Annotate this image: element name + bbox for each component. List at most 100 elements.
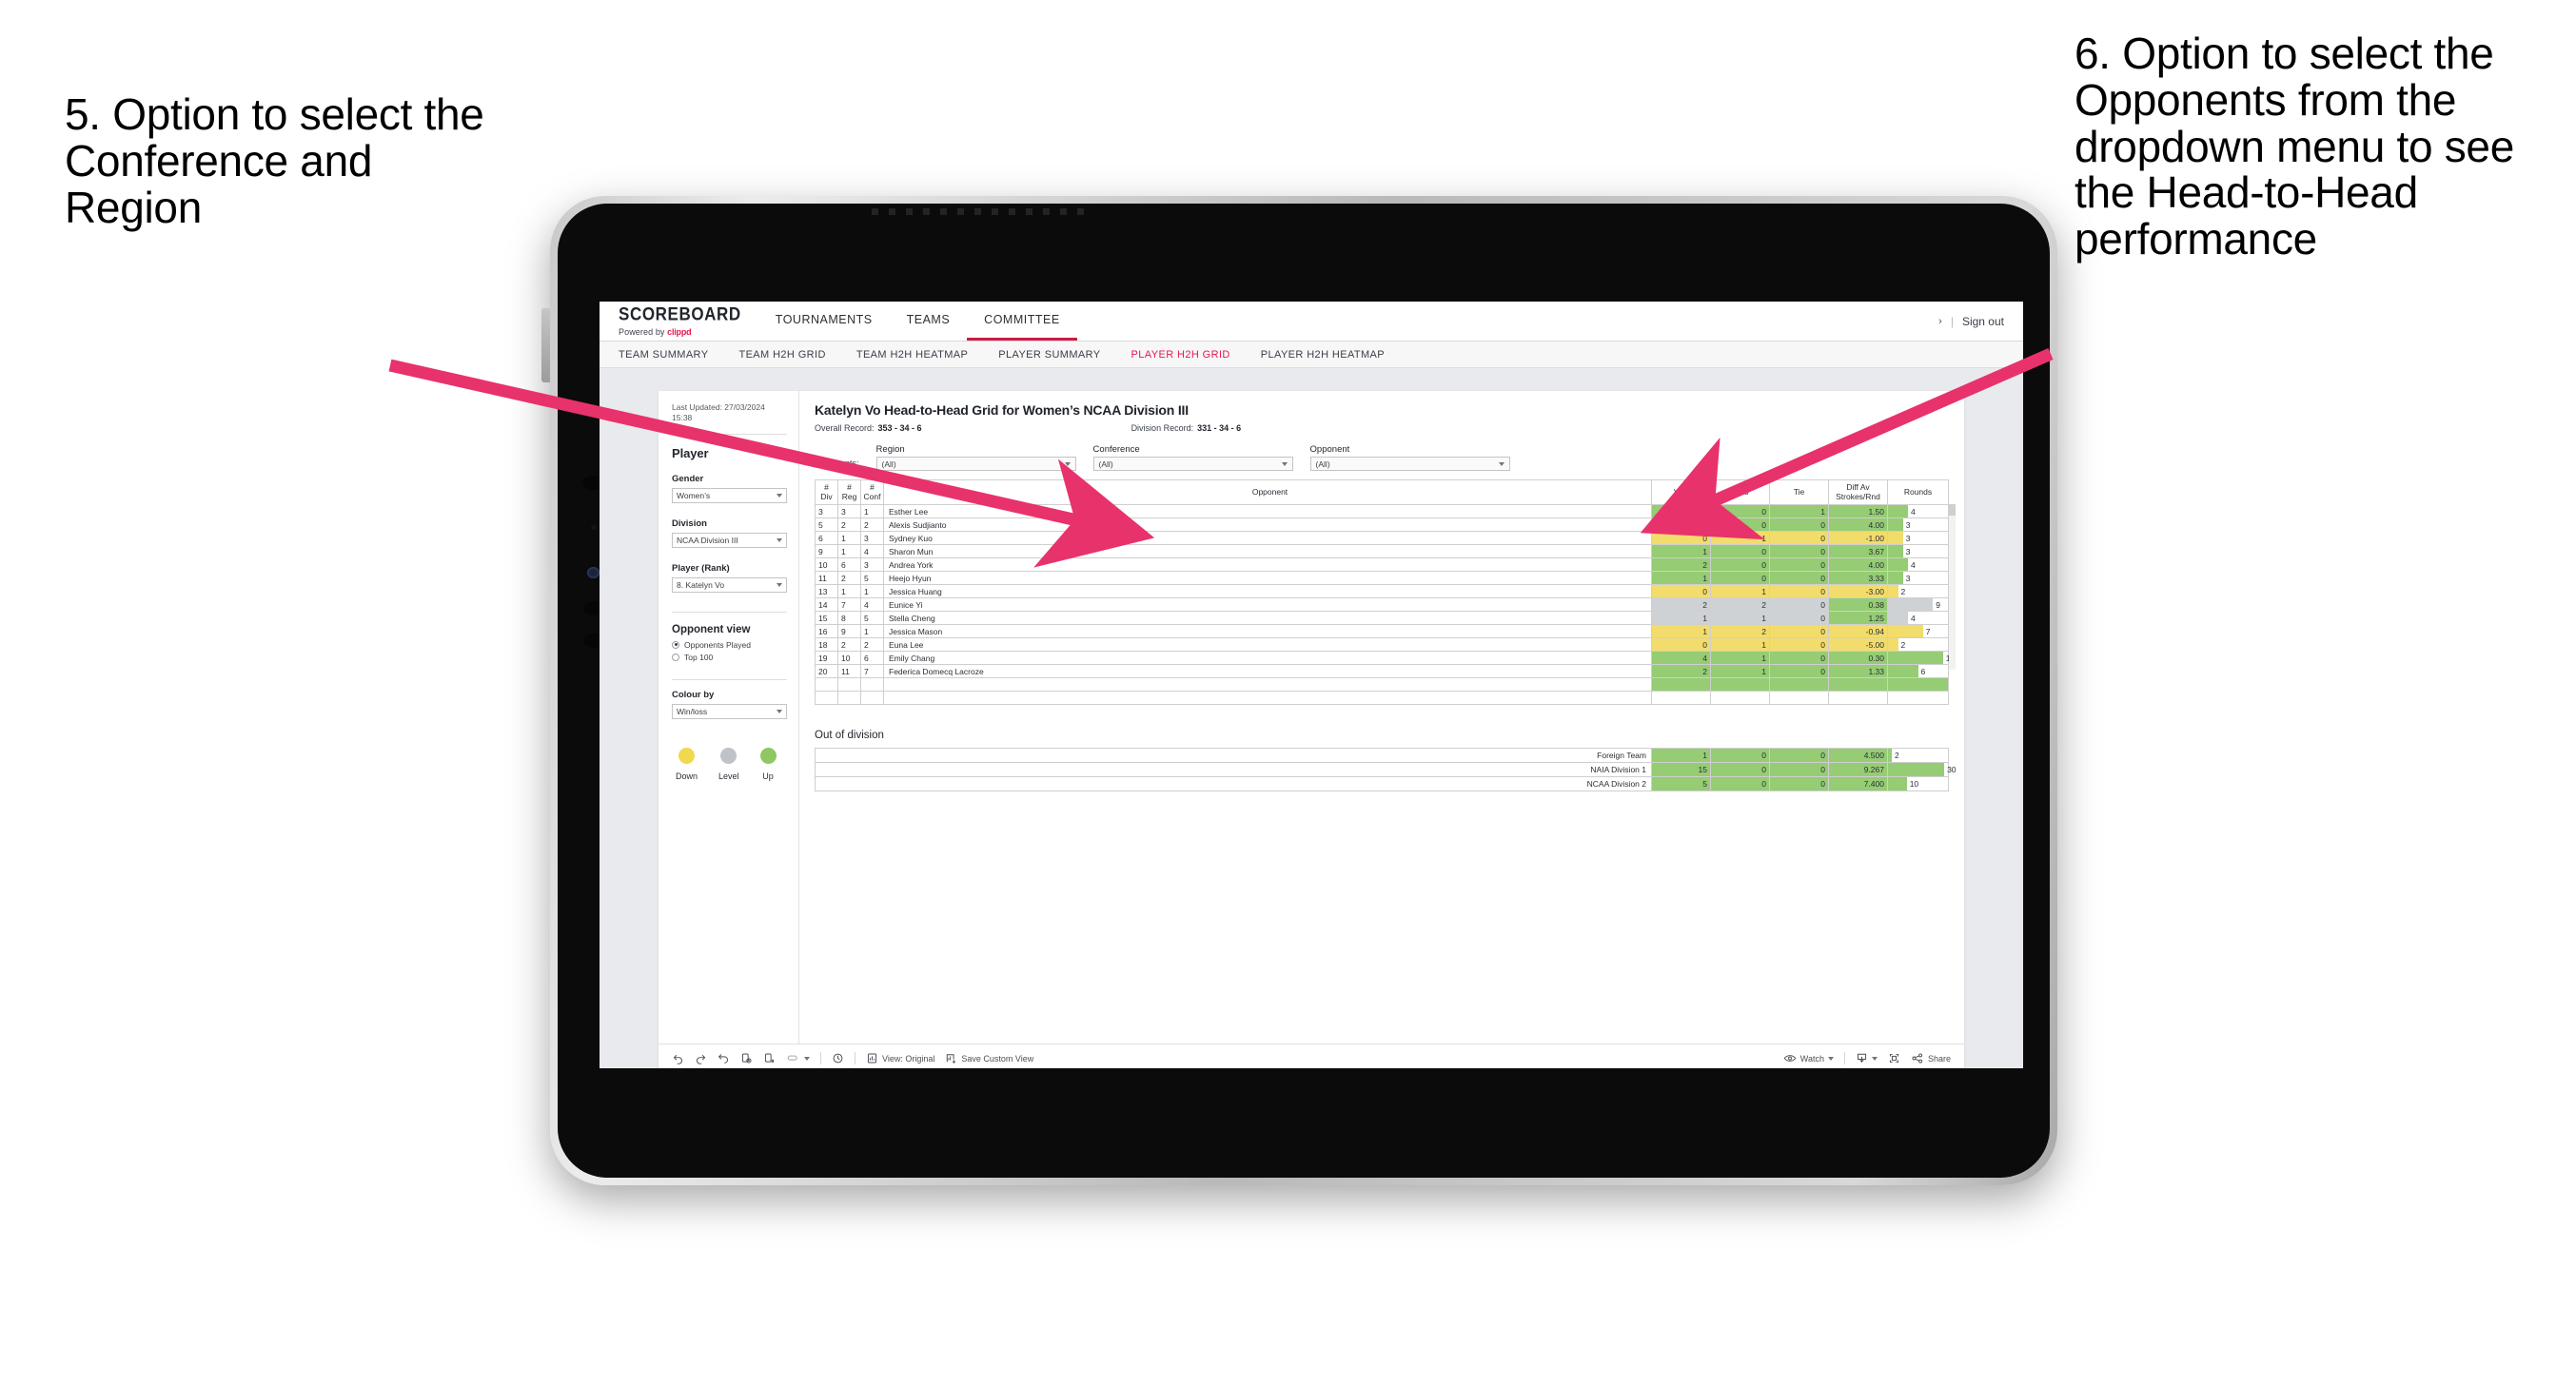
rounds-value: 2 (1900, 586, 1906, 596)
out-of-division-row[interactable]: NAIA Division 1 15 0 0 9.267 30 (815, 762, 1957, 777)
filter-gender-label: Gender (672, 473, 704, 484)
sign-out-link[interactable]: Sign out (1962, 315, 2004, 328)
table-row[interactable]: 5 2 2 Alexis Sudjianto 1 0 0 4.00 3 (815, 517, 1949, 532)
cell-opponent: Stella Cheng (883, 611, 1652, 625)
nav-item-committee[interactable]: COMMITTEE (967, 302, 1077, 341)
filter-region-select[interactable]: (All) (875, 457, 1076, 471)
table-header-row: # Div # Reg # Conf Opponent Win Loss Tie Di… (815, 479, 1949, 505)
nav-item-tournaments[interactable]: TOURNAMENTS (758, 302, 890, 341)
cell-rounds: 3 (1887, 531, 1949, 545)
legend-item-up: Up (759, 747, 777, 781)
subnav-item-team-h2h-heatmap[interactable]: TEAM H2H HEATMAP (856, 349, 968, 361)
col-header-loss[interactable]: Loss (1710, 479, 1770, 505)
table-row[interactable]: 15 8 5 Stella Cheng 1 1 0 1.25 4 (815, 611, 1949, 625)
filter-opponent-select[interactable]: (All) (1309, 457, 1510, 471)
cell-div: 16 (815, 624, 838, 638)
cell-partial (883, 677, 1652, 692)
col-header-reg[interactable]: # Reg (837, 479, 861, 505)
table-row[interactable]: 20 11 7 Federica Domecq Lacroze 2 1 0 1.33 6 (815, 664, 1949, 678)
cell-opponent: Heejo Hyun (883, 571, 1652, 585)
radio-selected-icon (672, 640, 679, 649)
col-div-line2: Div (820, 491, 833, 501)
out-of-division-row[interactable]: Foreign Team 1 0 0 4.500 2 (815, 748, 1949, 763)
out-of-division-row[interactable]: NCAA Division 2 5 0 0 7.400 10 (815, 776, 1949, 791)
save-custom-view-button[interactable]: Save Custom View (945, 1052, 1033, 1064)
brand-tagline-prefix: Powered by (619, 327, 668, 337)
rounds-bar (1888, 763, 1945, 776)
filter-division-select[interactable]: NCAA Division III (672, 532, 787, 548)
highlight-button[interactable] (786, 1052, 810, 1064)
out-of-division-title: Out of division (815, 730, 884, 741)
table-row[interactable]: 6 1 3 Sydney Kuo 0 1 0 -1.00 3 (815, 531, 1949, 545)
undo-button[interactable] (672, 1052, 684, 1064)
download-button[interactable] (1856, 1052, 1878, 1064)
table-row[interactable]: 10 6 3 Andrea York 2 0 0 4.00 4 (815, 557, 1949, 572)
col-header-div[interactable]: # Div (815, 479, 838, 505)
col-header-conf[interactable]: # Conf (860, 479, 884, 505)
table-row[interactable]: 19106Emily Chang4100.3011 (815, 651, 1955, 665)
table-row[interactable]: 3 3 1 Esther Lee 1 0 1 1.50 4 (815, 504, 1949, 518)
subnav-item-team-summary[interactable]: TEAM SUMMARY (619, 349, 708, 361)
cell-win: 1 (1651, 748, 1711, 763)
radio-opponents-played[interactable]: Opponents Played (672, 640, 787, 650)
table-row[interactable]: 9 1 4 Sharon Mun 1 0 0 3.67 3 (815, 544, 1949, 558)
chevron-right-icon[interactable]: › (1938, 316, 1942, 327)
radio-top-100[interactable]: Top 100 (672, 653, 787, 662)
table-row[interactable]: 14 7 4 Eunice Yi 2 2 0 0.38 9 (815, 597, 1949, 612)
table-vertical-scrollbar[interactable] (1949, 504, 1956, 670)
table-row[interactable]: 16 9 1 Jessica Mason 1 2 0 -0.94 7 (815, 624, 1949, 638)
nav-item-teams[interactable]: TEAMS (890, 302, 968, 341)
filter-gender-value: Women’s (677, 490, 711, 500)
table-row[interactable]: 18 2 2 Euna Lee 0 1 0 -5.00 2 (815, 637, 1949, 652)
col-header-tie[interactable]: Tie (1769, 479, 1829, 505)
col-header-win[interactable]: Win (1651, 479, 1711, 505)
revert-button[interactable] (718, 1052, 730, 1064)
filter-colour-by-select[interactable]: Win/loss (672, 703, 787, 719)
cell-win: 1 (1651, 611, 1711, 625)
redo-button[interactable] (695, 1052, 707, 1064)
filter-region-label: Region (875, 444, 905, 455)
rounds-value: 2 (1894, 751, 1899, 760)
filter-gender-select[interactable]: Women’s (672, 487, 787, 503)
cell-opponent: Federica Domecq Lacroze (883, 664, 1652, 678)
view-original-button[interactable]: View: Original (866, 1052, 934, 1064)
rounds-bar (1888, 505, 1908, 517)
col-header-rounds[interactable]: Rounds (1887, 479, 1949, 505)
watch-label: Watch (1799, 1053, 1824, 1064)
share-button[interactable]: Share (1911, 1052, 1951, 1064)
refresh-button[interactable] (740, 1052, 753, 1064)
division-record: Division Record: 331 - 34 - 6 (1131, 423, 1242, 433)
table-row[interactable]: 13 1 1 Jessica Huang 0 1 0 -3.00 2 (815, 584, 1949, 598)
cell-reg: 9 (837, 624, 861, 638)
table-row[interactable]: 11 2 5 Heejo Hyun 1 0 0 3.33 3 (815, 571, 1949, 585)
filter-region-value: (All) (881, 459, 896, 469)
cell-div: 5 (815, 517, 838, 532)
brand-logo[interactable]: SCOREBOARD Powered by clippd (600, 302, 758, 341)
cell-opponent: Sydney Kuo (883, 531, 1652, 545)
filter-player-rank-select[interactable]: 8. Katelyn Vo (672, 576, 787, 593)
scrollbar-thumb[interactable] (1949, 504, 1956, 516)
subnav-item-player-h2h-heatmap[interactable]: PLAYER H2H HEATMAP (1261, 349, 1385, 361)
page-title: Katelyn Vo Head-to-Head Grid for Women’s… (815, 402, 1189, 418)
watch-button[interactable]: Watch (1783, 1052, 1834, 1064)
fullscreen-button[interactable] (1888, 1052, 1900, 1064)
subnav-item-team-h2h-grid[interactable]: TEAM H2H GRID (738, 349, 825, 361)
brand-tagline-company: clippd (667, 327, 692, 337)
subnav-item-player-h2h-grid[interactable]: PLAYER H2H GRID (1131, 349, 1230, 361)
brand-name: SCOREBOARD (619, 303, 741, 325)
legend-swatch-up (759, 747, 777, 764)
col-header-opponent[interactable]: Opponent (883, 479, 1652, 505)
cell-reg: 3 (837, 504, 861, 518)
pause-refresh-button[interactable] (832, 1052, 844, 1064)
cell-opponent: Eunice Yi (883, 597, 1652, 612)
rounds-bar (1888, 625, 1923, 637)
header-divider: | (1950, 314, 1954, 328)
cell-div: 18 (815, 637, 838, 652)
pause-auto-update-button[interactable] (763, 1052, 776, 1064)
filter-conference-select[interactable]: (All) (1092, 457, 1293, 471)
col-header-diff[interactable]: Diff Av Strokes/Rnd (1828, 479, 1888, 505)
brand-tagline: Powered by clippd (619, 327, 741, 337)
cell-win: 1 (1651, 544, 1711, 558)
subnav-item-player-summary[interactable]: PLAYER SUMMARY (998, 349, 1100, 361)
rounds-bar (1888, 777, 1907, 791)
